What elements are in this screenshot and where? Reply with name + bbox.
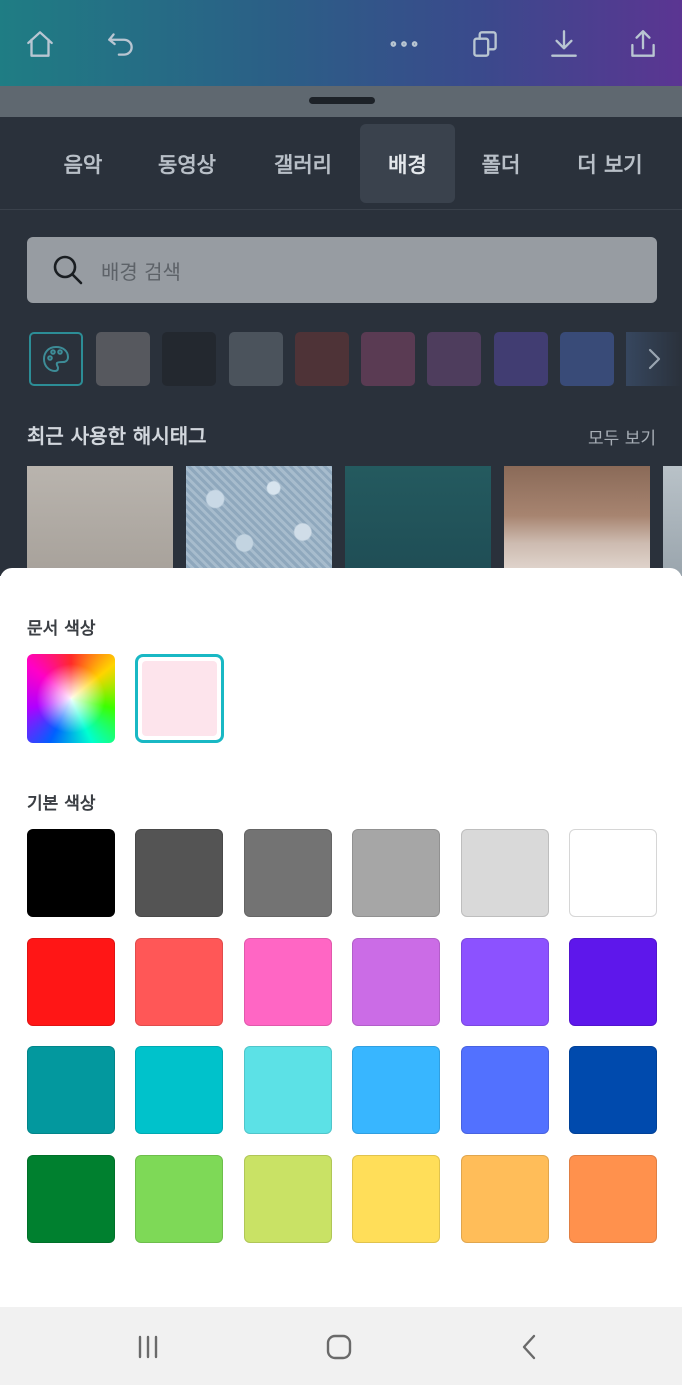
category-tabs: 음악 동영상 갤러리 배경 폴더 더 보기 (0, 117, 682, 210)
color-swatch[interactable] (461, 829, 549, 917)
background-thumbnail[interactable] (663, 466, 682, 576)
color-filter-swatch[interactable] (229, 332, 283, 386)
color-swatch[interactable] (27, 1155, 115, 1243)
color-picker-sheet: 문서 색상 기본 색상 (0, 568, 682, 1307)
share-icon[interactable] (623, 24, 663, 64)
color-swatch[interactable] (352, 1155, 440, 1243)
home-icon[interactable] (20, 24, 60, 64)
background-thumbnail[interactable] (504, 466, 650, 576)
undo-icon[interactable] (101, 24, 141, 64)
color-filter-swatch[interactable] (295, 332, 349, 386)
color-filter-swatch[interactable] (560, 332, 614, 386)
search-icon (51, 253, 85, 287)
drag-handle[interactable] (309, 97, 375, 104)
background-thumbnail[interactable] (186, 466, 332, 576)
custom-color-picker[interactable] (27, 654, 115, 743)
editor-toolbar (0, 0, 682, 86)
more-icon[interactable] (384, 24, 424, 64)
recent-hashtags-title: 최근 사용한 해시태그 (27, 424, 207, 448)
back-icon[interactable] (512, 1329, 548, 1365)
background-thumbnail[interactable] (27, 466, 173, 576)
background-thumbnail[interactable] (345, 466, 491, 576)
tab-more[interactable]: 더 보기 (566, 124, 654, 203)
background-thumbnails (0, 466, 682, 576)
palette-icon[interactable] (29, 332, 83, 386)
color-filter-row (0, 332, 682, 386)
color-swatch[interactable] (27, 829, 115, 917)
color-swatch[interactable] (569, 829, 657, 917)
color-filter-swatch[interactable] (427, 332, 481, 386)
color-filter-swatch[interactable] (494, 332, 548, 386)
color-swatch[interactable] (244, 1155, 332, 1243)
color-swatch[interactable] (135, 829, 223, 917)
color-swatch[interactable] (27, 938, 115, 1026)
color-swatch[interactable] (461, 1155, 549, 1243)
pages-icon[interactable] (465, 24, 505, 64)
color-swatch[interactable] (569, 1155, 657, 1243)
recent-apps-icon[interactable] (130, 1329, 166, 1365)
document-color-fill (142, 661, 217, 736)
search-placeholder: 배경 검색 (101, 259, 181, 284)
color-filter-swatch[interactable] (96, 332, 150, 386)
drag-handle-bar[interactable] (0, 86, 682, 117)
color-swatch[interactable] (352, 829, 440, 917)
tab-video[interactable]: 동영상 (144, 124, 230, 203)
color-swatch[interactable] (135, 1046, 223, 1134)
color-swatch[interactable] (569, 1046, 657, 1134)
color-swatch[interactable] (461, 1046, 549, 1134)
tab-background[interactable]: 배경 (360, 124, 455, 203)
color-filter-swatch[interactable] (361, 332, 415, 386)
basic-colors-label: 기본 색상 (27, 794, 96, 814)
search-input[interactable]: 배경 검색 (27, 237, 657, 303)
color-swatch[interactable] (135, 1155, 223, 1243)
color-filter-swatch[interactable] (162, 332, 216, 386)
color-swatch[interactable] (244, 829, 332, 917)
tab-folder[interactable]: 폴더 (468, 124, 534, 203)
color-swatch[interactable] (352, 1046, 440, 1134)
color-swatch[interactable] (352, 938, 440, 1026)
document-color-swatch[interactable] (135, 654, 224, 743)
background-panel: 음악 동영상 갤러리 배경 폴더 더 보기 배경 검색 최근 사용한 해시태그 … (0, 86, 682, 576)
tab-gallery[interactable]: 갤러리 (258, 124, 348, 203)
chevron-right-icon[interactable] (626, 332, 682, 386)
color-swatch[interactable] (569, 938, 657, 1026)
see-all-link[interactable]: 모두 보기 (588, 424, 656, 449)
color-swatch[interactable] (461, 938, 549, 1026)
tab-music[interactable]: 음악 (45, 124, 121, 203)
document-colors-label: 문서 색상 (27, 619, 96, 639)
color-swatch[interactable] (244, 1046, 332, 1134)
download-icon[interactable] (544, 24, 584, 64)
system-nav-bar (0, 1307, 682, 1385)
color-swatch[interactable] (27, 1046, 115, 1134)
home-nav-icon[interactable] (321, 1329, 357, 1365)
color-swatch[interactable] (135, 938, 223, 1026)
color-swatch[interactable] (244, 938, 332, 1026)
